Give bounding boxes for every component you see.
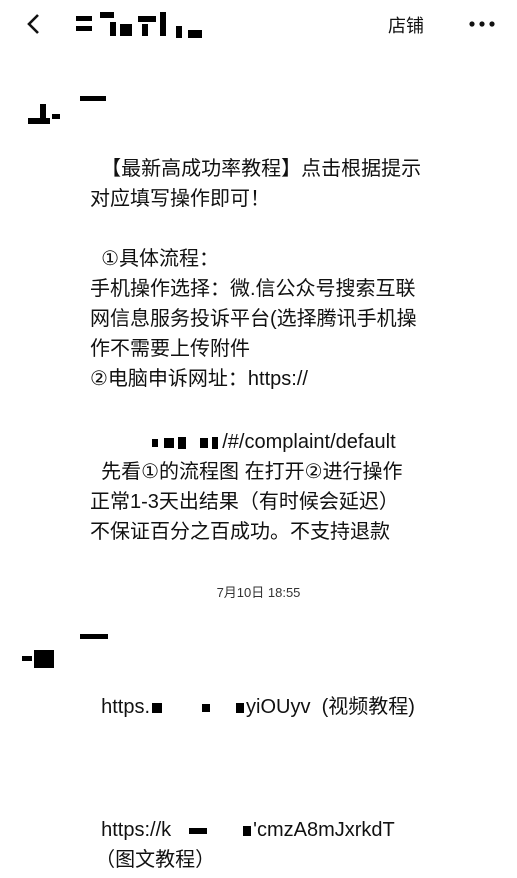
link-redacted xyxy=(152,702,163,713)
link-prefix: https. xyxy=(101,696,151,718)
ellipsis-icon[interactable] xyxy=(468,20,496,28)
timestamp: 7月10日 18:55 xyxy=(216,585,301,600)
intro-text: 【最新高成功率教程】点击根据提示对应填写操作即可！ xyxy=(90,158,422,210)
avatar[interactable] xyxy=(22,646,56,670)
sender-name-redacted xyxy=(80,96,106,101)
chevron-left-icon[interactable] xyxy=(22,12,46,36)
message-text-3: 先看①的流程图 在打开②进行操作 正常1-3天出结果（有时候会延迟） 不保证百分… xyxy=(90,427,430,547)
message-text-1: 【最新高成功率教程】点击根据提示对应填写操作即可！ xyxy=(90,124,430,214)
instructions-text: 先看①的流程图 在打开②进行操作 正常1-3天出结果（有时候会延迟） 不保证百分… xyxy=(90,461,403,543)
avatar[interactable] xyxy=(26,104,60,128)
chat-title-redacted xyxy=(76,12,224,40)
top-bar: 店铺 xyxy=(0,0,517,50)
store-link[interactable]: 店铺 xyxy=(388,12,424,38)
graphic-tutorial-note: （图文教程） xyxy=(84,815,414,875)
link-note: (视频教程) xyxy=(321,696,415,718)
video-tutorial-link[interactable]: https. yiOUyv (视频教程) xyxy=(90,662,420,722)
link-suffix: yiOUyv xyxy=(246,696,311,718)
link-note: （图文教程） xyxy=(95,849,216,871)
sender-name-redacted xyxy=(80,634,108,639)
